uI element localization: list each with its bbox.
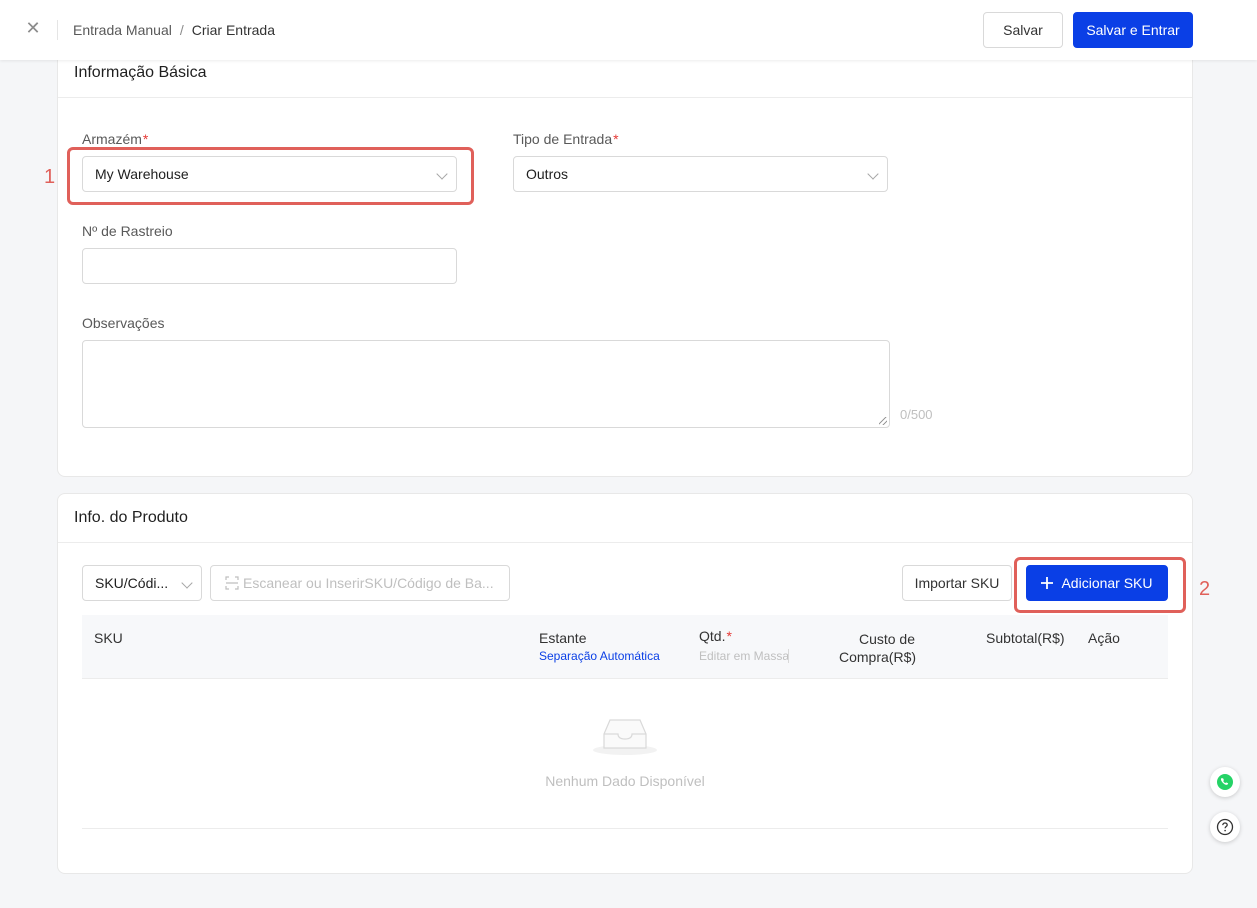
auto-separation-link[interactable]: Separação Automática <box>539 649 660 663</box>
chevron-down-icon <box>181 577 193 589</box>
column-qty: Qtd.* <box>699 628 732 644</box>
card-divider <box>58 97 1192 98</box>
column-action: Ação <box>1088 630 1120 646</box>
required-mark: * <box>726 628 732 644</box>
product-info-title: Info. do Produto <box>74 509 188 526</box>
breadcrumb-current: Criar Entrada <box>191 22 275 38</box>
breadcrumb-separator: / <box>179 22 184 38</box>
whatsapp-icon[interactable] <box>1210 767 1240 797</box>
card-divider <box>58 542 1192 543</box>
import-sku-button[interactable]: Importar SKU <box>902 565 1012 601</box>
close-icon[interactable]: ✕ <box>22 17 44 39</box>
warehouse-label: Armazém* <box>82 131 149 147</box>
tracking-label: Nº de Rastreio <box>82 223 173 239</box>
header-divider <box>57 20 58 40</box>
chevron-down-icon <box>867 168 879 180</box>
empty-inbox-icon <box>592 714 658 756</box>
resize-handle[interactable] <box>879 417 887 425</box>
notes-counter: 0/500 <box>900 407 933 422</box>
column-cost: Custo de Compra(R$) <box>839 631 917 665</box>
notes-textarea[interactable] <box>82 340 890 428</box>
breadcrumb-parent[interactable]: Entrada Manual <box>73 22 172 38</box>
sku-search-placeholder: Escanear ou InserirSKU/Código de Ba... <box>243 575 494 591</box>
annotation-number-1: 1 <box>44 166 56 188</box>
column-sku: SKU <box>94 630 123 646</box>
annotation-box-1 <box>67 147 474 205</box>
help-icon[interactable] <box>1210 812 1240 842</box>
breadcrumb: Entrada Manual / Criar Entrada <box>73 22 275 38</box>
table-bottom-divider <box>82 828 1168 829</box>
notes-label: Observações <box>82 315 165 331</box>
required-mark: * <box>142 131 149 147</box>
basic-info-title: Informação Básica <box>74 64 207 81</box>
search-type-select[interactable]: SKU/Códi... <box>82 565 202 601</box>
column-shelf: Estante <box>539 630 587 646</box>
annotation-number-2: 2 <box>1199 578 1211 600</box>
top-bar: ✕ Entrada Manual / Criar Entrada Salvar … <box>0 0 1257 60</box>
annotation-box-2 <box>1014 557 1186 613</box>
required-mark: * <box>613 131 619 147</box>
entry-type-select[interactable]: Outros <box>513 156 888 192</box>
scan-icon <box>225 576 239 590</box>
bulk-edit-input[interactable]: Editar em Massa <box>699 649 789 663</box>
save-and-enter-button[interactable]: Salvar e Entrar <box>1073 12 1193 48</box>
search-type-value: SKU/Códi... <box>95 575 169 591</box>
product-info-card: Info. do Produto <box>57 493 1193 874</box>
column-subtotal: Subtotal(R$) <box>986 630 1065 646</box>
sku-search-input[interactable]: Escanear ou InserirSKU/Código de Ba... <box>210 565 510 601</box>
empty-state-text: Nenhum Dado Disponível <box>545 773 705 789</box>
entry-type-value: Outros <box>526 166 569 182</box>
save-button[interactable]: Salvar <box>983 12 1063 48</box>
table-header: SKU Estante Separação Automática Qtd.* E… <box>82 615 1168 679</box>
entry-type-label: Tipo de Entrada* <box>513 131 619 147</box>
tracking-input[interactable] <box>82 248 457 284</box>
